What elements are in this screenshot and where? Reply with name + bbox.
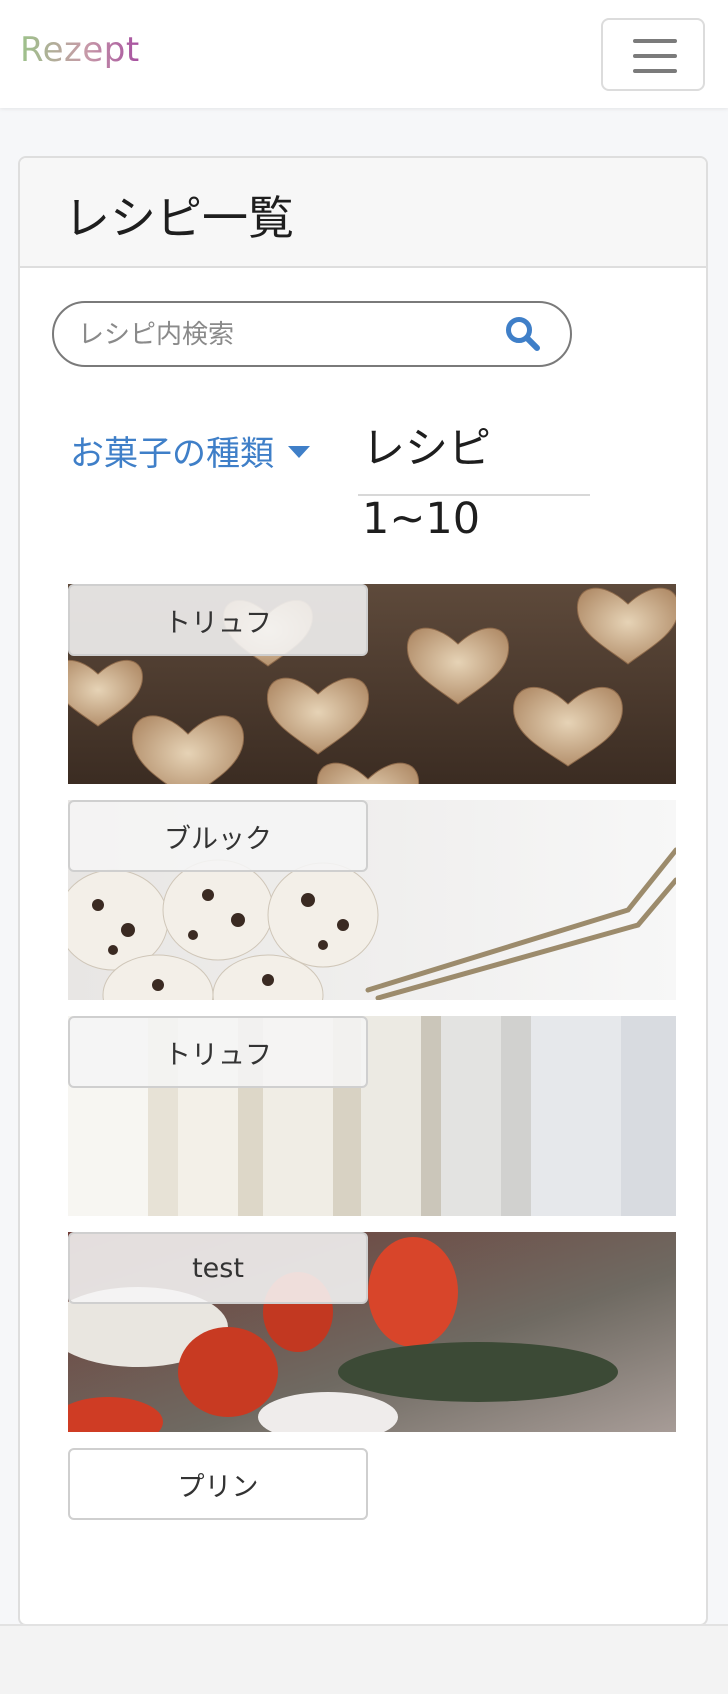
page-title: レシピ一覧 [64, 191, 294, 245]
recipe-list: トリュフ ブルック トリュフ test プリン [68, 584, 676, 1544]
recipe-name-label[interactable]: トリュフ [68, 584, 368, 656]
recipe-item[interactable]: トリュフ [68, 1016, 676, 1216]
category-label: お菓子の種類 [70, 433, 274, 474]
category-dropdown[interactable]: お菓子の種類 [70, 420, 310, 480]
caret-down-icon [288, 446, 310, 458]
brand-logo[interactable]: Rezept [20, 30, 140, 70]
card-header: レシピ一覧 [20, 158, 706, 268]
navbar: Rezept [0, 0, 728, 108]
search-box [52, 301, 572, 367]
recipe-name-label[interactable]: トリュフ [68, 1016, 368, 1088]
navbar-toggle-button[interactable] [601, 18, 705, 91]
recipe-item[interactable]: トリュフ [68, 584, 676, 784]
recipe-item[interactable]: test [68, 1232, 676, 1432]
recipe-name-label[interactable]: test [68, 1232, 368, 1304]
recipe-range-label: レシピ1~10 [358, 414, 590, 544]
search-icon[interactable] [504, 315, 542, 353]
recipe-name-label[interactable]: プリン [68, 1448, 368, 1520]
hamburger-icon [633, 39, 677, 73]
recipe-item[interactable]: プリン [68, 1448, 676, 1528]
search-input[interactable] [78, 315, 478, 355]
recipe-item[interactable]: ブルック [68, 800, 676, 1000]
recipe-name-label[interactable]: ブルック [68, 800, 368, 872]
footer [0, 1624, 728, 1694]
recipe-card: レシピ一覧 お菓子の種類 レシピ1~10 [18, 156, 708, 1626]
